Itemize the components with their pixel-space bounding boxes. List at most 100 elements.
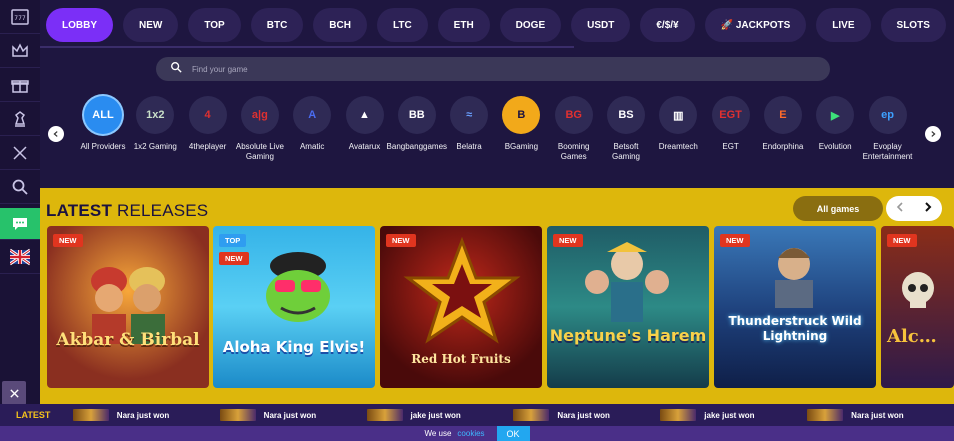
slots-777-icon[interactable]: 777 — [0, 0, 40, 34]
game-card[interactable]: NEW Red Hot Fruits — [380, 226, 542, 388]
game-title: Neptune's Harem — [549, 326, 707, 345]
provider-item[interactable]: a|g Absolute Live Gaming — [233, 96, 287, 161]
tab-ltc[interactable]: LTC — [376, 8, 428, 42]
provider-logo-icon: EGT — [711, 96, 750, 134]
search-input[interactable] — [192, 64, 792, 74]
ticker-item[interactable]: jake just won — [366, 409, 514, 421]
game-thumbnail — [366, 409, 403, 421]
provider-logo-icon: 1x2 — [136, 96, 175, 134]
section-title: LATEST RELEASES — [46, 201, 208, 221]
ticker-text: Nara just won — [263, 410, 317, 420]
carousel-arrows — [886, 196, 942, 221]
section-title-thin: RELEASES — [116, 201, 209, 220]
provider-item[interactable]: BG Booming Games — [547, 96, 601, 161]
tab-lobby[interactable]: LOBBY — [46, 8, 113, 42]
new-badge: NEW — [887, 234, 917, 247]
provider-logo-icon: ALL — [84, 96, 122, 134]
provider-item[interactable]: ▥ Dreamtech — [651, 96, 705, 152]
game-title: Akbar & Birbal — [56, 330, 200, 350]
game-thumbnail — [72, 409, 109, 421]
provider-label: Endorphina — [762, 142, 804, 151]
provider-item[interactable]: EGT EGT — [704, 96, 758, 152]
game-thumbnail — [660, 409, 697, 421]
provider-item[interactable]: A Amatic — [285, 96, 339, 152]
ticker-item[interactable]: Nara just won — [219, 409, 367, 421]
section-title-bold: LATEST — [46, 201, 113, 220]
provider-item[interactable]: 4 4theplayer — [181, 96, 235, 152]
provider-logo-icon: BB — [397, 96, 436, 134]
crossed-swords-icon[interactable] — [0, 136, 40, 170]
thor-illustration — [775, 248, 813, 308]
game-thumbnail — [513, 409, 550, 421]
provider-item[interactable]: BS Betsoft Gaming — [599, 96, 653, 161]
cookie-text: We use — [424, 429, 452, 438]
characters-illustration — [585, 242, 669, 322]
provider-item[interactable]: B BGaming — [494, 96, 548, 152]
gift-icon[interactable] — [0, 68, 40, 102]
ticker-label: LATEST — [16, 410, 51, 420]
search-icon[interactable] — [0, 170, 40, 204]
provider-item[interactable]: 1x2 1x2 Gaming — [128, 96, 182, 152]
uk-flag-icon[interactable] — [0, 240, 40, 274]
ticker-item[interactable]: Nara just won — [72, 409, 220, 421]
provider-label: BGaming — [504, 142, 539, 151]
provider-label: 1x2 Gaming — [133, 142, 177, 151]
providers-next-button[interactable] — [925, 126, 941, 142]
tab-usdt[interactable]: USDT — [571, 8, 631, 42]
game-thumbnail — [807, 409, 844, 421]
crown-icon[interactable] — [0, 34, 40, 68]
game-card[interactable]: TOP NEW Aloha King Elvis! — [213, 226, 375, 388]
tab-btc[interactable]: BTC — [250, 8, 304, 42]
game-card[interactable]: NEW Alc… — [881, 226, 954, 388]
tab-new[interactable]: NEW — [123, 8, 179, 42]
provider-item[interactable]: ▲ Avatarux — [338, 96, 392, 152]
provider-label: Avatarux — [348, 142, 381, 151]
new-badge: NEW — [219, 252, 249, 265]
winners-ticker: LATEST Nara just won Nara just won jake ju… — [0, 404, 954, 426]
category-nav: LOBBY NEW TOP BTC BCH LTC ETH DOGE USDT €/$/¥ 🚀 JA… — [40, 0, 954, 50]
chevron-left-icon[interactable] — [894, 200, 906, 218]
chat-icon[interactable] — [0, 208, 40, 240]
ticker-item[interactable]: Nara just won — [807, 409, 954, 421]
cookies-link[interactable]: cookies — [457, 429, 484, 438]
chevron-right-icon[interactable] — [922, 200, 934, 218]
game-title: Aloha King Elvis! — [222, 338, 366, 356]
game-card[interactable]: NEW Akbar & Birbal — [47, 226, 209, 388]
search-bar[interactable] — [156, 57, 830, 81]
provider-item[interactable]: E Endorphina — [756, 96, 810, 152]
cookie-ok-button[interactable]: OK — [496, 426, 530, 441]
provider-label: Betsoft Gaming — [611, 142, 640, 161]
tab-doge[interactable]: DOGE — [499, 8, 562, 42]
tab-eth[interactable]: ETH — [437, 8, 490, 42]
provider-label: Bangbanggames — [386, 142, 448, 151]
providers-prev-button[interactable] — [48, 126, 64, 142]
providers-carousel: ALL All Providers 1x2 1x2 Gaming 4 4theplayer… — [40, 90, 954, 186]
provider-item[interactable]: ALL All Providers — [76, 96, 130, 152]
ticker-item[interactable]: jake just won — [660, 409, 807, 421]
provider-label: Absolute Live Gaming — [235, 142, 284, 161]
provider-item[interactable]: ≈ Belatra — [442, 96, 496, 152]
provider-item[interactable]: ep Evoplay Entertainment — [861, 96, 915, 161]
game-card[interactable]: NEW Neptune's Harem — [547, 226, 709, 388]
frog-illustration — [266, 252, 330, 322]
provider-logo-icon: ep — [868, 96, 907, 134]
tab-jackpots[interactable]: 🚀 JACKPOTS — [704, 8, 807, 42]
provider-item[interactable]: ▶ Evolution — [808, 96, 862, 152]
close-icon[interactable] — [2, 381, 26, 405]
game-card[interactable]: NEW Thunderstruck Wild Lightning — [714, 226, 876, 388]
tab-live[interactable]: LIVE — [816, 8, 871, 42]
provider-label: EGT — [722, 142, 739, 151]
tab-slots[interactable]: SLOTS — [880, 8, 946, 42]
provider-item[interactable]: BB Bangbanggames — [387, 96, 447, 152]
tab-item[interactable]: €/$/¥ — [640, 8, 695, 42]
provider-logo-icon: ▶ — [816, 96, 855, 134]
chess-knight-icon[interactable] — [0, 102, 40, 136]
tab-bch[interactable]: BCH — [313, 8, 367, 42]
all-games-button[interactable]: All games — [793, 196, 883, 221]
provider-label: Booming Games — [557, 142, 590, 161]
ticker-item[interactable]: Nara just won — [513, 409, 660, 421]
cookie-banner: We use cookies OK — [0, 426, 954, 441]
tab-top[interactable]: TOP — [188, 8, 241, 42]
new-badge: NEW — [720, 234, 750, 247]
provider-label: Amatic — [299, 142, 325, 151]
